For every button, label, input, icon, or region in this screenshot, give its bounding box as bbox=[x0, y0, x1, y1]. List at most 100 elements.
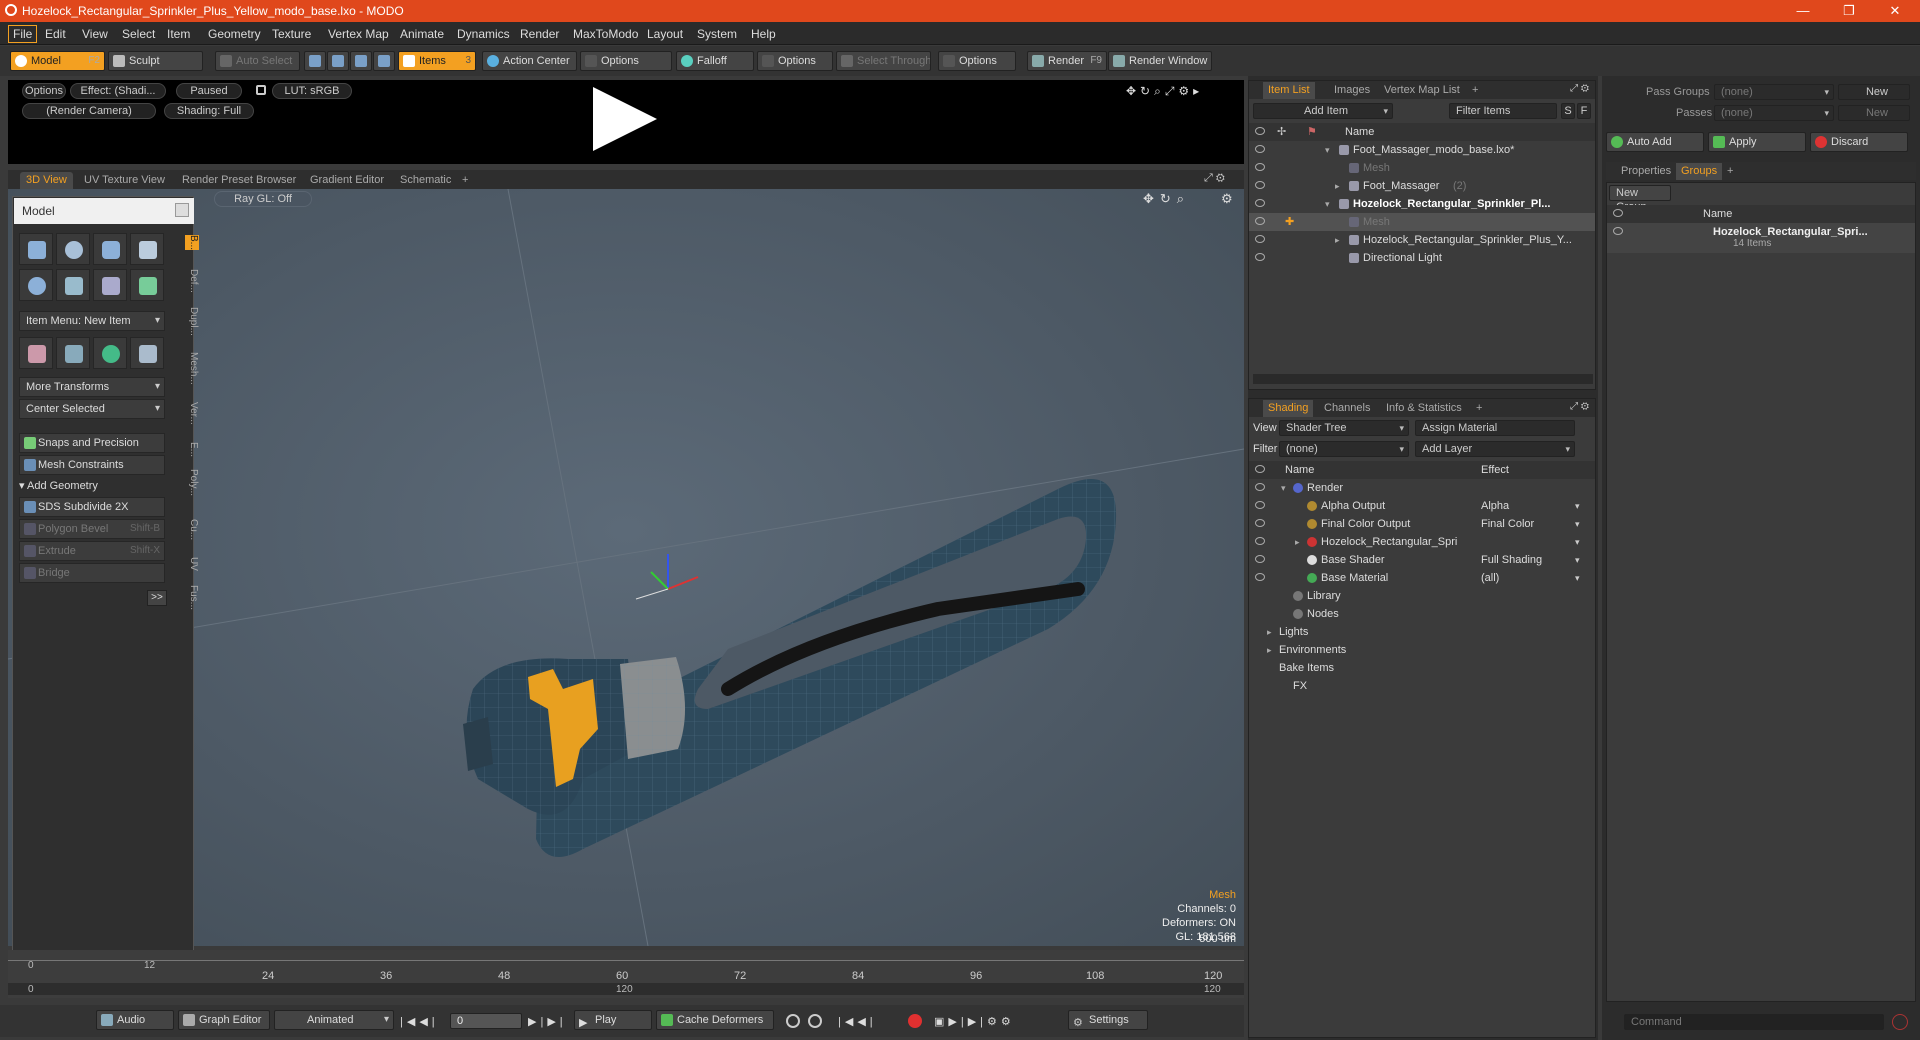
shader-tree-dropdown[interactable]: Shader Tree ▾ bbox=[1279, 420, 1409, 436]
pyramid-icon[interactable] bbox=[130, 337, 164, 369]
shader-tree-row[interactable]: Final Color Output Final Color ▾ bbox=[1249, 515, 1595, 533]
item-list-row[interactable]: ▸ Foot_Massager (2) bbox=[1249, 177, 1595, 195]
tab-properties[interactable]: Properties bbox=[1616, 163, 1676, 180]
graph-editor-button[interactable]: Graph Editor bbox=[178, 1010, 270, 1030]
polygon-bevel-button[interactable]: Polygon Bevel Shift-B bbox=[19, 519, 165, 539]
auto-key-icon[interactable] bbox=[808, 1014, 822, 1028]
expand-arrow-icon[interactable]: ▸ bbox=[1267, 623, 1272, 641]
shader-visibility-eye-icon[interactable] bbox=[1255, 501, 1265, 509]
tab-channels[interactable]: Channels bbox=[1319, 400, 1375, 417]
more-tools-button[interactable]: >> bbox=[147, 590, 167, 606]
more-transforms-dropdown[interactable]: More Transforms ▾ bbox=[19, 377, 165, 397]
shader-tree-row[interactable]: ▸ Environments bbox=[1249, 641, 1595, 659]
tab-render-preset-browser[interactable]: Render Preset Browser bbox=[176, 172, 302, 189]
visibility-eye-icon[interactable] bbox=[1255, 163, 1265, 171]
menu-help[interactable]: Help bbox=[751, 27, 776, 41]
menu-file[interactable]: File bbox=[8, 25, 38, 43]
item-list-row[interactable]: ▾ Hozelock_Rectangular_Sprinkler_Pl... bbox=[1249, 195, 1595, 213]
shader-tree-row[interactable]: FX bbox=[1249, 677, 1595, 695]
add-item-dropdown[interactable]: Add Item ▾ bbox=[1253, 103, 1393, 119]
key-misc-icons[interactable]: ▣▶|▶|⚙⚙ bbox=[934, 1015, 1015, 1028]
filter-items-field[interactable]: Filter Items bbox=[1449, 103, 1557, 119]
cube-icon[interactable] bbox=[19, 233, 53, 265]
items-mode-button[interactable]: Items 3 bbox=[398, 51, 476, 71]
render-camera-dropdown[interactable]: (Render Camera) bbox=[22, 103, 156, 119]
action-center-options-button[interactable]: Options bbox=[580, 51, 672, 71]
tab-vertex-map-list[interactable]: Vertex Map List bbox=[1379, 82, 1465, 99]
falloff-button[interactable]: Falloff bbox=[676, 51, 754, 71]
close-button[interactable]: ✕ bbox=[1872, 0, 1918, 22]
toolbox-tab-edge[interactable]: E... bbox=[185, 442, 199, 457]
assign-material-button[interactable]: Assign Material bbox=[1415, 420, 1575, 436]
item-list-scrollbar[interactable] bbox=[1253, 374, 1593, 384]
toolbox-tab-polygon[interactable]: Poly... bbox=[185, 469, 199, 496]
item-list-row[interactable]: Mesh ✚ bbox=[1249, 213, 1595, 231]
key-nav-icons[interactable]: |◀◀| bbox=[838, 1015, 877, 1028]
auto-add-button[interactable]: Auto Add bbox=[1606, 132, 1704, 152]
toolbox-tab-uv[interactable]: UV bbox=[185, 557, 199, 571]
toolbox-tab-vertex[interactable]: Ver... bbox=[185, 402, 199, 425]
tab-groups[interactable]: Groups bbox=[1676, 163, 1723, 180]
select-through-button[interactable]: Select Through bbox=[836, 51, 931, 71]
expand-arrow-icon[interactable]: ▾ bbox=[1325, 195, 1330, 213]
menu-geometry[interactable]: Geometry bbox=[208, 27, 261, 41]
shader-tree-row[interactable]: Base Material (all) ▾ bbox=[1249, 569, 1595, 587]
key-icon[interactable] bbox=[786, 1014, 800, 1028]
item-list-expand-icon[interactable]: ⤢ ⚙ bbox=[1570, 83, 1589, 94]
auto-select-button[interactable]: Auto Select bbox=[215, 51, 300, 71]
shader-visibility-eye-icon[interactable] bbox=[1255, 519, 1265, 527]
shader-visibility-eye-icon[interactable] bbox=[1255, 573, 1265, 581]
visibility-eye-icon[interactable] bbox=[1255, 235, 1265, 243]
paused-button[interactable]: Paused bbox=[176, 83, 242, 99]
groups-add-tab[interactable]: + bbox=[1722, 163, 1738, 180]
add-tab-button[interactable]: + bbox=[456, 172, 474, 189]
action-center-button[interactable]: Action Center bbox=[482, 51, 577, 71]
polygons-select-icon[interactable] bbox=[350, 51, 372, 71]
minimize-button[interactable]: — bbox=[1780, 0, 1826, 22]
shader-effect-label[interactable]: (all) bbox=[1481, 569, 1499, 587]
cone-icon[interactable] bbox=[130, 233, 164, 265]
new-pass-button[interactable]: New bbox=[1838, 105, 1910, 121]
new-group-button[interactable]: New Group bbox=[1609, 185, 1671, 213]
toolbox-close-icon[interactable] bbox=[175, 203, 189, 217]
capsule-icon[interactable] bbox=[56, 269, 90, 301]
shader-effect-label[interactable]: Final Color bbox=[1481, 515, 1534, 533]
maximize-button[interactable]: ❐ bbox=[1826, 0, 1872, 22]
visibility-eye-icon[interactable] bbox=[1255, 199, 1265, 207]
transport-forward-icons[interactable]: ▶|▶| bbox=[528, 1015, 567, 1028]
lock-icon[interactable] bbox=[256, 85, 266, 95]
settings-button[interactable]: ⚙ Settings bbox=[1068, 1010, 1148, 1030]
effect-dropdown-arrow-icon[interactable]: ▾ bbox=[1575, 515, 1580, 533]
current-frame-field[interactable]: 0 bbox=[450, 1013, 522, 1029]
tab-images[interactable]: Images bbox=[1329, 82, 1375, 99]
transport-back-icons[interactable]: |◀◀| bbox=[400, 1015, 439, 1028]
sds-subdivide-button[interactable]: SDS Subdivide 2X bbox=[19, 497, 165, 517]
menu-layout[interactable]: Layout bbox=[647, 27, 683, 41]
cache-deformers-button[interactable]: Cache Deformers bbox=[656, 1010, 774, 1030]
play-button[interactable]: ▶ Play bbox=[574, 1010, 652, 1030]
tab-shading[interactable]: Shading bbox=[1263, 400, 1314, 417]
effect-dropdown-arrow-icon[interactable]: ▾ bbox=[1575, 551, 1580, 569]
record-icon[interactable] bbox=[908, 1014, 922, 1028]
lut-dropdown[interactable]: LUT: sRGB bbox=[272, 83, 352, 99]
pass-groups-dropdown[interactable]: (none) ▾ bbox=[1714, 84, 1834, 100]
item-list-row[interactable]: Directional Light bbox=[1249, 249, 1595, 267]
viewport-expand-icon[interactable]: ⤢ ⚙ bbox=[1204, 172, 1225, 185]
effect-dropdown-arrow-icon[interactable]: ▾ bbox=[1575, 497, 1580, 515]
filter-f-button[interactable]: F bbox=[1577, 103, 1591, 119]
expand-arrow-icon[interactable]: ▸ bbox=[1335, 177, 1340, 195]
render-button[interactable]: Render F9 bbox=[1027, 51, 1107, 71]
shader-visibility-eye-icon[interactable] bbox=[1255, 483, 1265, 491]
shader-effect-label[interactable]: Full Shading bbox=[1481, 551, 1542, 569]
sphere-icon[interactable] bbox=[56, 233, 90, 265]
tab-info-statistics[interactable]: Info & Statistics bbox=[1381, 400, 1467, 417]
discard-button[interactable]: Discard bbox=[1810, 132, 1908, 152]
expand-arrow-icon[interactable]: ▸ bbox=[1335, 231, 1340, 249]
toolbox-tab-duplicate[interactable]: Dupl... bbox=[185, 307, 199, 336]
group-visibility-icon[interactable] bbox=[1613, 227, 1623, 235]
add-geometry-header[interactable]: ▾ Add Geometry bbox=[19, 479, 98, 492]
vertices-select-icon[interactable] bbox=[304, 51, 326, 71]
passes-dropdown[interactable]: (none) ▾ bbox=[1714, 105, 1834, 121]
menu-edit[interactable]: Edit bbox=[45, 27, 66, 41]
edges-select-icon[interactable] bbox=[327, 51, 349, 71]
